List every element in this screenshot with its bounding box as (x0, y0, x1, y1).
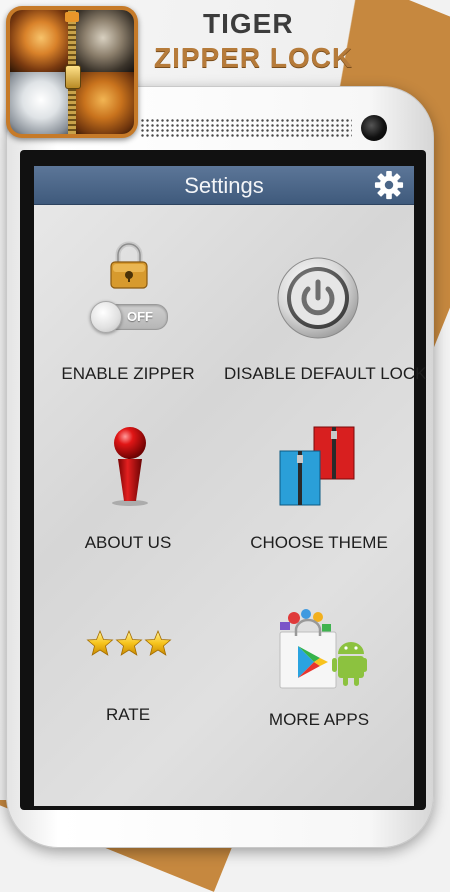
enable-zipper-option[interactable]: OFF ENABLE ZIPPER (44, 236, 212, 396)
more-apps-label: MORE APPS (268, 710, 370, 729)
about-us-label: ABOUT US (84, 533, 172, 552)
info-pin-icon (112, 427, 148, 506)
promo-title-line2: ZIPPER LOCK (154, 42, 354, 73)
gear-icon[interactable] (374, 170, 404, 200)
zipper-cards-icon (279, 426, 355, 506)
tiger-photo-1 (10, 10, 72, 72)
tiger-photo-2 (72, 10, 134, 72)
promo-title-line1: TIGER (203, 8, 294, 39)
enable-zipper-label: ENABLE ZIPPER (61, 364, 195, 383)
play-store-bag-icon (279, 609, 367, 689)
rate-option[interactable]: RATE (44, 621, 212, 731)
stars-icon (86, 629, 172, 656)
app-logo (6, 6, 138, 138)
speaker-grille (140, 118, 352, 138)
padlock-icon (110, 241, 148, 289)
settings-screen: Settings OFF ENABLE ZIPPER DISABLE DEFAU… (34, 166, 427, 806)
choose-theme-label: CHOOSE THEME (250, 533, 388, 552)
tiger-photo-4 (72, 72, 134, 134)
zipper-pull-icon (65, 64, 81, 89)
toggle-state-label: OFF (127, 309, 153, 324)
toggle-knob (90, 301, 122, 333)
front-camera-icon (361, 115, 387, 141)
power-button-icon (277, 257, 359, 339)
more-apps-option[interactable]: MORE APPS (224, 606, 414, 736)
choose-theme-option[interactable]: CHOOSE THEME (224, 421, 414, 561)
disable-default-lock-option[interactable]: DISABLE DEFAULT LOCK (224, 236, 427, 396)
zipper-toggle[interactable]: OFF (90, 301, 168, 333)
rate-label: RATE (105, 705, 151, 724)
contact-tag-icon (65, 12, 79, 22)
title-bar: Settings (34, 166, 414, 205)
tiger-photo-3 (10, 72, 72, 134)
about-us-option[interactable]: ABOUT US (44, 421, 212, 561)
disable-default-lock-label: DISABLE DEFAULT LOCK (224, 364, 427, 383)
page-title: Settings (184, 173, 264, 198)
